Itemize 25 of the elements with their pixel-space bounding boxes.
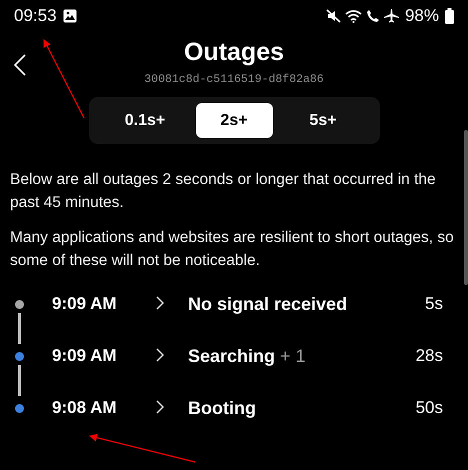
- filter-tab[interactable]: 0.1s+: [106, 103, 184, 138]
- device-id: 30081c8d-c5116519-d8f82a86: [144, 73, 324, 86]
- filter-tab[interactable]: 2s+: [196, 103, 272, 138]
- description-text: Below are all outages 2 seconds or longer that occurred in the past 45 minutes.: [10, 170, 437, 213]
- outage-duration: 28s: [416, 346, 443, 366]
- page-title: Outages: [184, 37, 284, 68]
- outage-label: Booting: [188, 398, 257, 419]
- image-icon: [62, 9, 77, 23]
- description-text: Many applications and websites are resilient to short outages, so some of these will not be noticeable.: [10, 228, 455, 271]
- outage-duration: 50s: [416, 398, 443, 418]
- airplane-icon: [384, 9, 399, 23]
- filter-tab[interactable]: 5s+: [284, 103, 362, 138]
- outage-duration: 5s: [425, 294, 443, 314]
- status-time: 09:53: [14, 6, 57, 26]
- wifi-icon: [344, 9, 362, 23]
- outage-label: Searching + 1: [188, 346, 307, 367]
- battery-percent: 98%: [404, 6, 439, 26]
- phone-icon: [366, 9, 380, 23]
- outage-label: No signal received: [188, 294, 348, 315]
- back-icon[interactable]: [14, 54, 26, 76]
- mute-icon: [326, 9, 341, 23]
- battery-icon: [445, 8, 454, 24]
- outage-time: 9:08 AM: [52, 398, 118, 418]
- outage-time: 9:09 AM: [52, 294, 118, 314]
- outage-time: 9:09 AM: [52, 346, 118, 366]
